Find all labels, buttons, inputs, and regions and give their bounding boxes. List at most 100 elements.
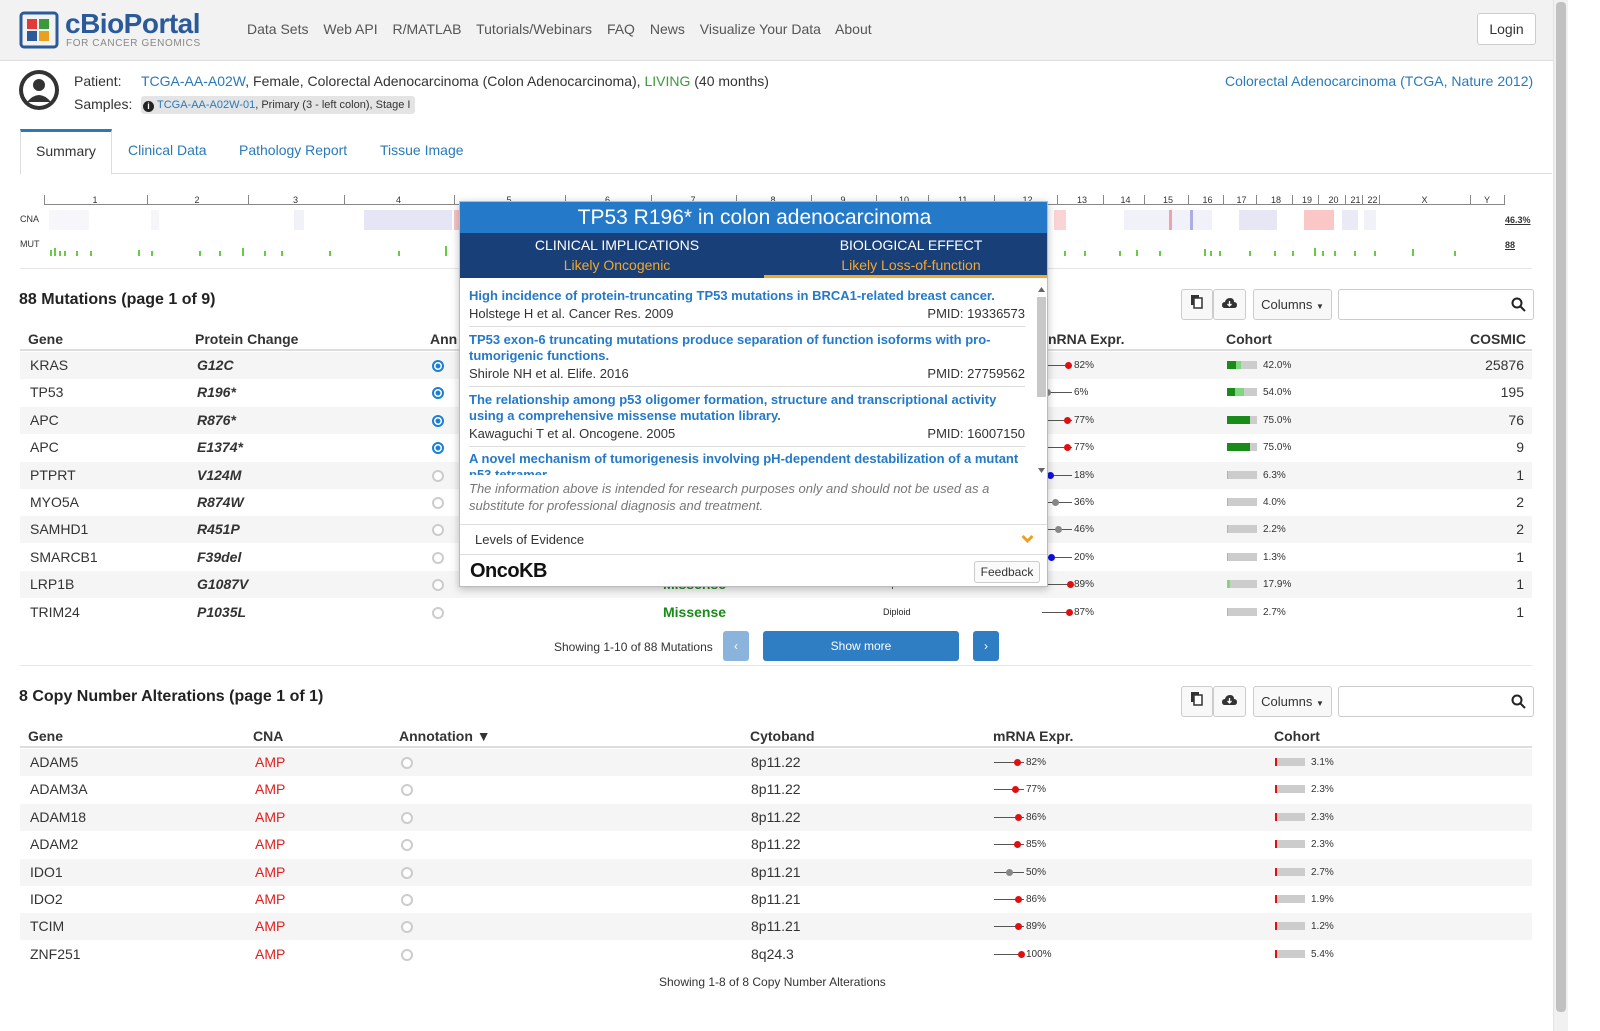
gene-cell[interactable]: APC	[30, 407, 59, 434]
study-link[interactable]: Colorectal Adenocarcinoma (TCGA, Nature …	[1225, 73, 1533, 89]
table-row[interactable]: TCIM AMP 8p11.21 89% 1.2%	[20, 913, 1532, 941]
gene-cell[interactable]: IDO2	[30, 886, 63, 913]
col-header-protein-change[interactable]: Protein Change	[195, 331, 298, 347]
tab-summary[interactable]: Summary	[20, 129, 112, 175]
sample-id-link[interactable]: TCGA-AA-A02W-01	[157, 99, 255, 111]
gene-cell[interactable]: TCIM	[30, 913, 64, 940]
col-header-cosmic[interactable]: COSMIC	[1470, 331, 1526, 347]
cosmic-count-cell[interactable]: 195	[1501, 379, 1524, 406]
table-row[interactable]: TRIM24 P1035L Missense Diploid 87% 2.7% 1	[20, 599, 1532, 626]
page-scroll-thumb[interactable]	[1556, 2, 1566, 1012]
reference-title-link[interactable]: High incidence of protein-truncating TP5…	[469, 288, 1025, 304]
levels-of-evidence-toggle[interactable]: Levels of Evidence	[460, 524, 1047, 555]
gene-cell[interactable]: ADAM3A	[30, 776, 88, 803]
cosmic-count-cell[interactable]: 1	[1516, 571, 1524, 598]
cna-percent-link[interactable]: 46.3%	[1505, 215, 1531, 225]
cosmic-count-cell[interactable]: 76	[1508, 407, 1524, 434]
gene-cell[interactable]: SMARCB1	[30, 544, 98, 571]
table-row[interactable]: IDO1 AMP 8p11.21 50% 2.7%	[20, 858, 1532, 886]
cna-col-header-cytoband[interactable]: Cytoband	[750, 728, 815, 744]
table-row[interactable]: IDO2 AMP 8p11.21 86% 1.9%	[20, 886, 1532, 913]
nav-visualize[interactable]: Visualize Your Data	[700, 21, 821, 37]
oncokb-annotation-icon[interactable]	[401, 784, 413, 797]
oncokb-annotation-icon[interactable]	[401, 948, 413, 961]
oncokb-annotation-icon[interactable]	[432, 387, 444, 400]
cna-col-header-annotation[interactable]: Annotation ▼	[399, 728, 491, 744]
nav-web-api[interactable]: Web API	[323, 21, 377, 37]
col-header-annotation[interactable]: Ann	[430, 331, 457, 347]
gene-cell[interactable]: ADAM5	[30, 749, 78, 776]
oncokb-annotation-icon[interactable]	[432, 469, 444, 482]
reference-title-link[interactable]: The relationship among p53 oligomer form…	[469, 392, 1025, 424]
reference-pmid[interactable]: PMID: 19336573	[927, 306, 1025, 321]
oncokb-annotation-icon[interactable]	[401, 839, 413, 852]
show-more-button[interactable]: Show more	[763, 631, 959, 661]
oncokb-annotation-icon[interactable]	[401, 921, 413, 934]
oncokb-annotation-icon[interactable]	[432, 360, 444, 372]
cosmic-count-cell[interactable]: 1	[1516, 544, 1524, 571]
gene-cell[interactable]: APC	[30, 434, 59, 461]
reference-pmid[interactable]: PMID: 27759562	[927, 366, 1025, 381]
sample-badge[interactable]: i TCGA-AA-A02W-01, Primary (3 - left colo…	[141, 96, 415, 114]
gene-cell[interactable]: TRIM24	[30, 599, 80, 626]
oncokb-annotation-icon[interactable]	[401, 811, 413, 824]
tab-clinical-data[interactable]: Clinical Data	[113, 129, 222, 174]
gene-cell[interactable]: TP53	[30, 379, 63, 406]
cosmic-count-cell[interactable]: 2	[1516, 489, 1524, 516]
references-scroll-thumb[interactable]	[1037, 297, 1046, 397]
cosmic-count-cell[interactable]: 1	[1516, 462, 1524, 489]
cna-col-header-cohort[interactable]: Cohort	[1274, 728, 1320, 744]
cna-download-button[interactable]	[1213, 686, 1246, 717]
gene-cell[interactable]: MYO5A	[30, 489, 79, 516]
col-header-mrna[interactable]: nRNA Expr.	[1048, 331, 1125, 347]
nav-faq[interactable]: FAQ	[607, 21, 635, 37]
nav-r-matlab[interactable]: R/MATLAB	[392, 21, 461, 37]
reference-pmid[interactable]: PMID: 16007150	[927, 426, 1025, 441]
prev-page-button[interactable]: ‹	[723, 631, 749, 661]
table-row[interactable]: ZNF251 AMP 8q24.3 100% 5.4%	[20, 941, 1532, 968]
oncokb-annotation-icon[interactable]	[432, 442, 444, 455]
reference-title-link[interactable]: TP53 exon-6 truncating mutations produce…	[469, 332, 1025, 364]
gene-cell[interactable]: LRP1B	[30, 571, 74, 598]
oncokb-annotation-icon[interactable]	[432, 497, 444, 509]
table-row[interactable]: ADAM3A AMP 8p11.22 77% 2.3%	[20, 776, 1532, 803]
oncokb-annotation-icon[interactable]	[401, 894, 413, 906]
oncokb-logo[interactable]: OncoKB	[470, 560, 548, 583]
gene-cell[interactable]: ZNF251	[30, 941, 81, 968]
oncokb-annotation-icon[interactable]	[432, 606, 444, 619]
col-header-gene[interactable]: Gene	[28, 331, 63, 347]
cosmic-count-cell[interactable]: 1	[1516, 599, 1524, 626]
cosmic-count-cell[interactable]: 25876	[1485, 352, 1524, 379]
feedback-button[interactable]: Feedback	[974, 561, 1040, 583]
cna-col-header-gene[interactable]: Gene	[28, 728, 63, 744]
nav-data-sets[interactable]: Data Sets	[247, 21, 308, 37]
oncokb-annotation-icon[interactable]	[401, 757, 413, 769]
gene-cell[interactable]: IDO1	[30, 859, 63, 886]
page-scrollbar[interactable]	[1553, 0, 1568, 1031]
copy-button[interactable]	[1181, 289, 1213, 320]
login-button[interactable]: Login	[1477, 13, 1536, 45]
tab-biological-effect[interactable]: BIOLOGICAL EFFECT Likely Loss-of-functio…	[764, 233, 1047, 278]
columns-dropdown[interactable]: Columns ▼	[1253, 289, 1332, 320]
cna-search-input[interactable]	[1338, 686, 1534, 717]
oncokb-annotation-icon[interactable]	[401, 866, 413, 879]
cosmic-count-cell[interactable]: 9	[1516, 434, 1524, 461]
oncokb-annotation-icon[interactable]	[432, 579, 444, 592]
gene-cell[interactable]: SAMHD1	[30, 516, 88, 543]
col-header-cohort[interactable]: Cohort	[1226, 331, 1272, 347]
cosmic-count-cell[interactable]: 2	[1516, 516, 1524, 543]
oncokb-annotation-icon[interactable]	[432, 524, 444, 537]
tab-tissue-image[interactable]: Tissue Image	[365, 129, 479, 174]
gene-cell[interactable]: KRAS	[30, 352, 68, 379]
gene-cell[interactable]: PTPRT	[30, 462, 76, 489]
cna-copy-button[interactable]	[1181, 686, 1213, 717]
patient-id-link[interactable]: TCGA-AA-A02W	[141, 73, 245, 89]
mutation-search-input[interactable]	[1338, 289, 1534, 320]
oncokb-annotation-icon[interactable]	[432, 551, 444, 564]
mutation-count-link[interactable]: 88	[1505, 240, 1515, 250]
nav-news[interactable]: News	[650, 21, 685, 37]
cna-col-header-mrna[interactable]: mRNA Expr.	[993, 728, 1073, 744]
table-row[interactable]: ADAM5 AMP 8p11.22 82% 3.1%	[20, 749, 1532, 776]
download-button[interactable]	[1213, 289, 1246, 320]
tab-pathology-report[interactable]: Pathology Report	[224, 129, 362, 174]
